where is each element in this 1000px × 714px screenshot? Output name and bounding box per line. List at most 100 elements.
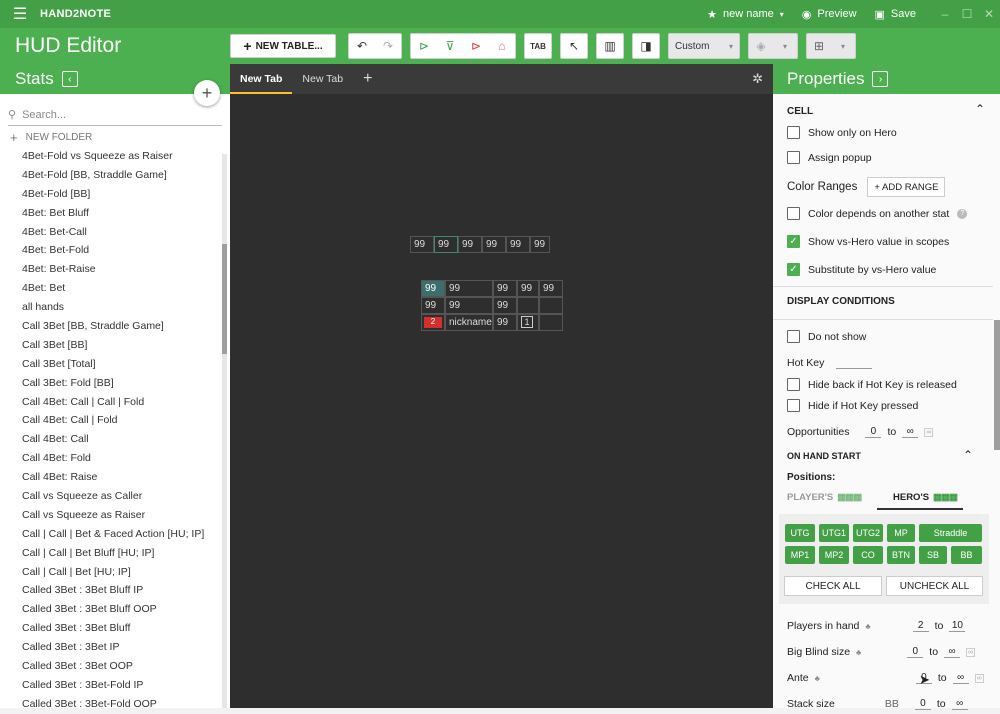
search-input[interactable]: ⚲ Search... [8,104,222,126]
panels-button[interactable]: ◨ [632,33,660,59]
border-select[interactable]: ⊞ ▾ [806,33,856,59]
hud-cell-empty[interactable] [539,314,563,331]
columns-button[interactable]: ▥ [596,33,624,59]
list-item[interactable]: Call 4Bet: Call | Call | Fold [0,393,222,412]
bb-from-input[interactable]: 0 [907,646,924,658]
position-sb[interactable]: SB [919,546,947,564]
list-item[interactable]: Called 3Bet : 3Bet-Fold OOP [0,695,222,714]
do-not-show-checkbox[interactable]: Do not show [787,330,866,343]
undo-icon[interactable]: ↶ [349,34,375,58]
tab-button[interactable]: TAB [524,33,552,59]
list-item[interactable]: Called 3Bet : 3Bet IP [0,638,222,657]
checkbox-box[interactable]: ✓ [787,235,800,248]
position-bb[interactable]: BB [951,546,982,564]
list-item[interactable]: Call | Call | Bet Bluff [HU; IP] [0,544,222,563]
list-item[interactable]: Call 4Bet: Call | Fold [0,411,222,430]
close-icon[interactable]: ✕ [978,7,1000,21]
stack-from-input[interactable]: 0 [914,698,931,710]
fill-color-select[interactable]: ◈ ▾ [748,33,798,59]
hud-cell[interactable]: 2 [421,314,445,331]
position-mp[interactable]: MP [887,524,915,542]
infinity-toggle-icon[interactable]: ∞ [966,647,976,657]
check-all-button[interactable]: CHECK ALL [784,576,882,596]
seat-right-icon[interactable]: ⊳ [463,34,489,58]
style-select[interactable]: Custom ▾ [668,33,740,59]
hud-canvas[interactable]: New Tab New Tab + ✲ 99 99 99 99 99 99 99… [230,64,773,708]
list-item[interactable]: Called 3Bet : 3Bet Bluff [0,619,222,638]
substitute-checkbox[interactable]: ✓ Substitute by vs-Hero value [787,263,936,276]
hud-cell-empty[interactable] [517,297,539,314]
list-item[interactable]: 4Bet-Fold vs Squeeze as Raiser [0,147,222,166]
list-item[interactable]: Call 3Bet [Total] [0,355,222,374]
list-item[interactable]: Call 3Bet [BB, Straddle Game] [0,317,222,336]
position-utg[interactable]: UTG [785,524,815,542]
ante-to-input[interactable]: ∞ [952,672,969,684]
uncheck-all-button[interactable]: UNCHECK ALL [886,576,983,596]
list-item[interactable]: 4Bet: Bet Bluff [0,204,222,223]
new-folder-button[interactable]: + NEW FOLDER [10,130,230,145]
save-button[interactable]: ▣ Save [875,8,916,21]
infinity-toggle-icon[interactable]: ∞ [924,427,934,437]
list-item[interactable]: Call 3Bet: Fold [BB] [0,374,222,393]
checkbox-box[interactable] [787,126,800,139]
list-item[interactable]: Called 3Bet : 3Bet-Fold IP [0,676,222,695]
list-item[interactable]: Called 3Bet : 3Bet Bluff IP [0,581,222,600]
list-item[interactable]: 4Bet: Bet-Raise [0,260,222,279]
add-tab-icon[interactable]: + [353,64,382,94]
hud-cell[interactable]: 99 [458,236,482,253]
position-mp1[interactable]: MP1 [785,546,815,564]
hud-cell[interactable]: 99 [493,297,517,314]
new-table-button[interactable]: + NEW TABLE... [230,34,336,58]
scrollbar-thumb[interactable] [222,244,227,354]
position-btn[interactable]: BTN [887,546,915,564]
minimize-icon[interactable]: – [934,7,956,21]
hot-key-input[interactable] [836,357,873,369]
list-item[interactable]: 4Bet: Bet [0,279,222,298]
checkbox-box[interactable] [787,399,800,412]
hud-cell[interactable]: 99 [445,280,493,297]
hud-cell[interactable]: 99 [539,280,563,297]
chevron-up-icon[interactable]: ⌃ [975,102,985,116]
list-item[interactable]: 4Bet-Fold [BB] [0,185,222,204]
hud-cell[interactable]: 99 [421,297,445,314]
assign-popup-checkbox[interactable]: Assign popup [787,151,872,164]
hud-cell-empty[interactable] [539,297,563,314]
hud-cell[interactable]: 99 [445,297,493,314]
players-from-input[interactable]: 2 [912,620,929,632]
hud-cell[interactable]: 99 [493,314,517,331]
gear-icon[interactable]: ✲ [742,64,773,94]
list-item[interactable]: Call vs Squeeze as Caller [0,487,222,506]
hud-cell[interactable]: 99 [410,236,434,253]
show-only-hero-checkbox[interactable]: Show only on Hero [787,126,897,139]
list-item[interactable]: Call 4Bet: Fold [0,449,222,468]
position-utg1[interactable]: UTG1 [819,524,849,542]
list-item[interactable]: Call 4Bet: Call [0,430,222,449]
tab-new-2[interactable]: New Tab [292,64,353,94]
preview-button[interactable]: ◉ Preview [802,8,857,21]
menu-icon[interactable]: ☰ [0,4,40,24]
tab-players[interactable]: PLAYER'S ▦▦▦ [787,492,862,503]
hud-cell[interactable]: 99 [493,280,517,297]
layout-name-dropdown[interactable]: ★ new name ▾ [707,8,784,21]
list-item[interactable]: Call | Call | Bet & Faced Action [HU; IP… [0,525,222,544]
hud-cell[interactable]: 99 [434,236,458,253]
hud-cell-selected[interactable]: 99 [421,280,445,297]
tab-new-1[interactable]: New Tab [230,64,293,94]
chevron-left-icon[interactable]: ‹ [61,71,78,87]
help-icon[interactable]: ? [957,208,968,219]
list-item[interactable]: 4Bet: Bet-Call [0,223,222,242]
add-range-button[interactable]: + ADD RANGE [867,177,946,197]
hud-cell[interactable]: 99 [530,236,550,253]
chevron-up-icon[interactable]: ⌃ [963,448,973,462]
tab-heros[interactable]: HERO'S ▦▦▦ [893,492,958,503]
color-depends-checkbox[interactable]: Color depends on another stat? [787,207,968,220]
position-straddle[interactable]: Straddle [919,524,982,542]
opportunities-from-input[interactable]: 0 [865,426,882,438]
seat-left-icon[interactable]: ⊳ [411,34,437,58]
list-item[interactable]: 4Bet: Bet-Fold [0,241,222,260]
hud-cell[interactable]: 99 [482,236,506,253]
add-stat-button[interactable]: + [194,80,220,106]
show-vs-hero-checkbox[interactable]: ✓ Show vs-Hero value in scopes [787,235,949,248]
checkbox-box[interactable] [787,207,800,220]
list-item[interactable]: Call | Call | Bet [HU; IP] [0,563,222,582]
